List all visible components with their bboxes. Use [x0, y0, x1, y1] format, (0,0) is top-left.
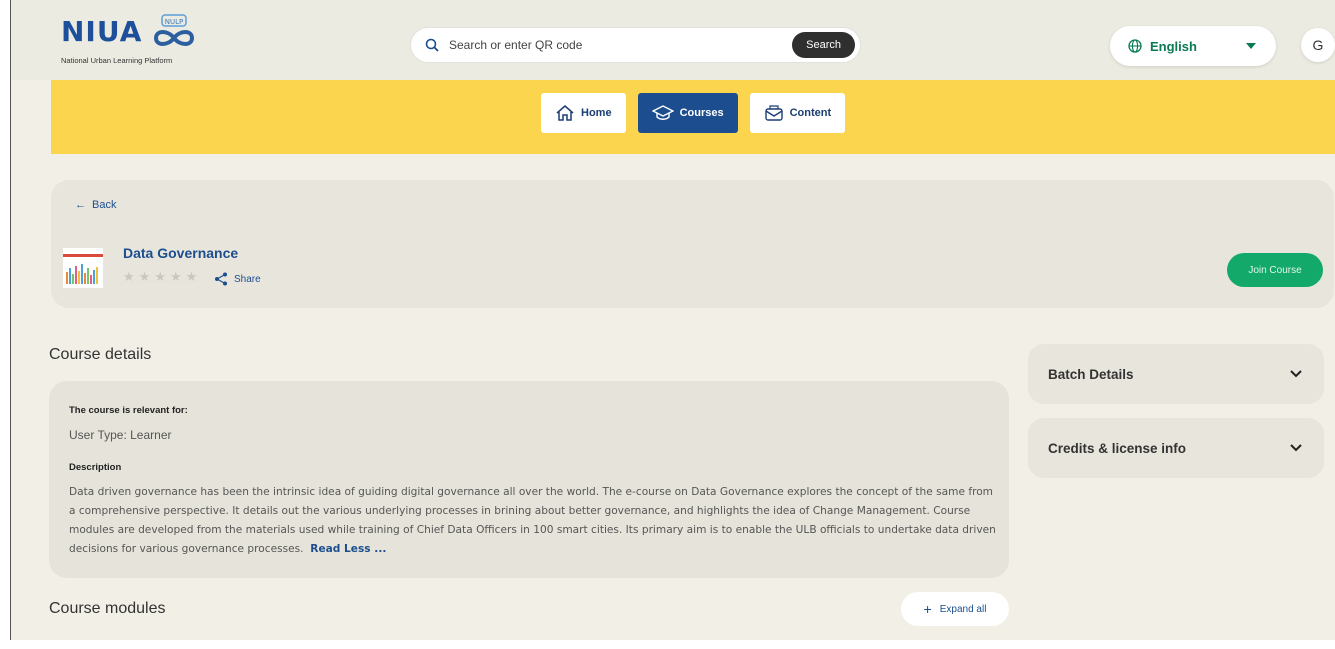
nulp-infinity-icon: NULP: [148, 14, 200, 50]
search-input[interactable]: Search or enter QR code: [449, 38, 792, 52]
read-less-link[interactable]: Read Less ...: [310, 543, 386, 555]
nav-content[interactable]: Content: [749, 93, 846, 133]
nav-courses[interactable]: Courses: [637, 93, 738, 133]
share-button[interactable]: Share: [214, 272, 261, 286]
search-bar: Search or enter QR code Search: [411, 28, 860, 62]
graduation-cap-icon: [651, 105, 674, 120]
niua-logo[interactable]: NIUA NULP National Urban Learning Platfo…: [61, 14, 221, 74]
star-icon: ★: [123, 269, 135, 284]
plus-icon: +: [923, 601, 932, 617]
description-text: Data driven governance has been the intr…: [69, 486, 996, 555]
star-icon: ★: [169, 269, 182, 284]
back-label: Back: [92, 199, 117, 211]
course-details-card: The course is relevant for: User Type: L…: [49, 381, 1009, 578]
course-description: Data driven governance has been the intr…: [69, 483, 999, 559]
logo-text: NIUA: [61, 15, 143, 48]
relevant-label: The course is relevant for:: [69, 405, 188, 416]
user-avatar[interactable]: G: [1301, 28, 1335, 62]
star-icon: ★: [138, 269, 151, 284]
description-label: Description: [69, 462, 122, 473]
share-label: Share: [234, 273, 261, 285]
chevron-down-icon: [1290, 370, 1302, 378]
course-modules-heading: Course modules: [49, 600, 166, 617]
course-thumbnail: [63, 248, 103, 288]
language-label: English: [1150, 38, 1197, 54]
search-button[interactable]: Search: [792, 32, 855, 58]
chevron-down-icon: [1290, 444, 1302, 452]
credits-license-accordion[interactable]: Credits & license info: [1028, 418, 1324, 478]
content-icon: [764, 105, 783, 121]
nav-home[interactable]: Home: [541, 93, 626, 133]
expand-all-button[interactable]: + Expand all: [901, 592, 1009, 626]
logo-badge-text: NULP: [165, 18, 183, 26]
arrow-left-icon: ←: [75, 199, 86, 211]
course-details-heading: Course details: [49, 346, 152, 363]
batch-details-label: Batch Details: [1048, 366, 1134, 382]
main-nav: Home Courses Content: [541, 93, 846, 133]
app-window: NIUA NULP National Urban Learning Platfo…: [10, 0, 1335, 640]
expand-all-label: Expand all: [939, 603, 987, 615]
batch-details-accordion[interactable]: Batch Details: [1028, 344, 1324, 404]
nav-courses-label: Courses: [679, 107, 724, 119]
course-header-card: ← Back Data Governance ★ ★ ★ ★ ★ Share J…: [51, 180, 1334, 308]
share-icon: [215, 272, 227, 286]
back-link[interactable]: ← Back: [75, 199, 116, 211]
home-icon: [556, 105, 574, 121]
language-selector[interactable]: English: [1110, 26, 1276, 66]
logo-subtitle: National Urban Learning Platform: [61, 56, 173, 65]
rating-stars: ★ ★ ★ ★ ★: [123, 270, 197, 284]
caret-down-icon: [1246, 43, 1256, 49]
credits-license-label: Credits & license info: [1048, 440, 1187, 456]
search-icon: [425, 38, 439, 52]
join-course-button[interactable]: Join Course: [1227, 253, 1323, 287]
nav-band: Home Courses Content: [51, 80, 1335, 154]
course-title: Data Governance: [123, 245, 239, 261]
course-thumbnail-image: [63, 248, 103, 288]
star-icon: ★: [185, 269, 198, 284]
globe-icon: [1128, 39, 1142, 53]
user-type: User Type: Learner: [69, 428, 172, 442]
top-bar: NIUA NULP National Urban Learning Platfo…: [11, 0, 1335, 80]
nav-home-label: Home: [581, 107, 612, 119]
nav-content-label: Content: [789, 107, 832, 119]
star-icon: ★: [154, 269, 166, 284]
logo-mark: NIUA NULP: [61, 14, 221, 50]
